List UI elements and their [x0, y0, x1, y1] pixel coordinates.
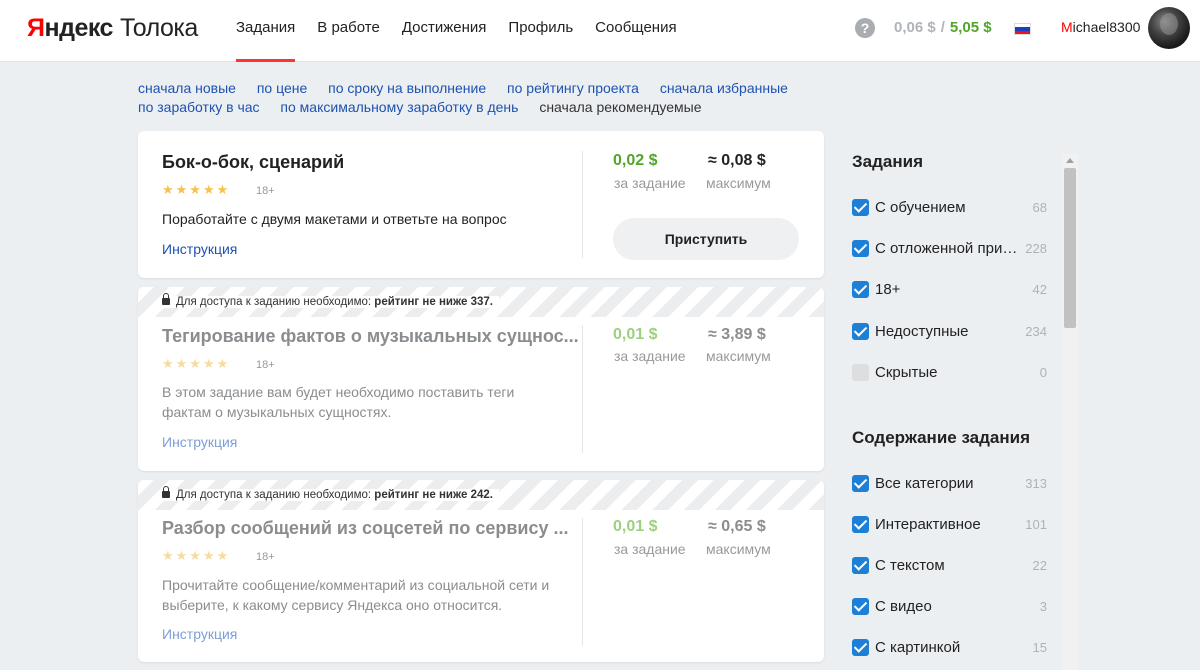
- task-card[interactable]: Для доступа к заданию необходимо: рейтин…: [138, 480, 824, 662]
- scrollbar-thumb[interactable]: [1064, 168, 1076, 328]
- balance-available: 5,05 $: [949, 19, 992, 36]
- checkbox-checked-icon[interactable]: [852, 598, 869, 615]
- checkbox-checked-icon[interactable]: [852, 281, 869, 298]
- main-nav: Задания В работе Достижения Профиль Сооб…: [225, 0, 688, 62]
- sidebar-scrollbar[interactable]: [1062, 154, 1078, 670]
- filters-tasks-title: Задания: [852, 152, 923, 171]
- filter-all-categories[interactable]: Все категории 313: [852, 475, 1047, 495]
- filters-content-title: Содержание задания: [852, 428, 1031, 447]
- sort-price[interactable]: по цене: [257, 80, 307, 96]
- rating-stars-icon: ★★★★★: [162, 356, 231, 371]
- task-description: Поработайте с двумя макетами и ответьте …: [162, 211, 507, 227]
- filter-image[interactable]: С картинкой 15: [852, 639, 1047, 659]
- filter-with-training[interactable]: С обучением 68: [852, 199, 1047, 219]
- price-label: за задание: [614, 348, 686, 364]
- top-header: Яндекс Толока Задания В работе Достижения…: [0, 0, 1200, 62]
- access-requirement-banner: Для доступа к заданию необходимо: рейтин…: [138, 480, 824, 510]
- divider: [582, 151, 583, 258]
- filter-interactive[interactable]: Интерактивное 101: [852, 516, 1047, 536]
- task-price: 0,01 $: [613, 326, 658, 343]
- start-task-button[interactable]: Приступить: [613, 218, 799, 260]
- task-card[interactable]: Бок-о-бок, сценарий ★★★★★ 18+ Поработайт…: [138, 131, 824, 278]
- lock-icon: [162, 293, 170, 305]
- task-description: Прочитайте сообщение/комментарий из соци…: [162, 577, 550, 613]
- username[interactable]: Michael8300: [1061, 19, 1140, 35]
- sort-deadline[interactable]: по сроку на выполнение: [328, 80, 486, 96]
- max-label: максимум: [706, 541, 771, 557]
- task-description: В этом задание вам будет необходимо пост…: [162, 384, 515, 420]
- filter-hidden[interactable]: Скрытые 0: [852, 364, 1047, 384]
- checkbox-checked-icon[interactable]: [852, 516, 869, 533]
- sort-favorites[interactable]: сначала избранные: [660, 80, 788, 96]
- flag-ru-icon[interactable]: [1014, 23, 1031, 35]
- max-label: максимум: [706, 348, 771, 364]
- instruction-link[interactable]: Инструкция: [162, 626, 237, 642]
- access-requirement-banner: Для доступа к заданию необходимо: рейтин…: [138, 287, 824, 317]
- yandex-toloka-logo[interactable]: Яндекс Толока: [27, 14, 198, 43]
- filter-adult[interactable]: 18+ 42: [852, 281, 1047, 301]
- filter-video[interactable]: С видео 3: [852, 598, 1047, 618]
- instruction-link[interactable]: Инструкция: [162, 434, 237, 450]
- sort-project-rating[interactable]: по рейтингу проекта: [507, 80, 639, 96]
- filter-unavailable[interactable]: Недоступные 234: [852, 323, 1047, 343]
- age-badge: 18+: [256, 551, 275, 563]
- divider: [582, 325, 583, 453]
- task-max-earning: ≈ 0,08 $: [708, 152, 766, 169]
- nav-profile[interactable]: Профиль: [497, 0, 584, 62]
- sort-max-daily-earnings[interactable]: по максимальному заработку в день: [280, 99, 518, 115]
- checkbox-checked-icon[interactable]: [852, 199, 869, 216]
- balance[interactable]: 0,06 $/5,05 $: [894, 19, 992, 36]
- nav-messages[interactable]: Сообщения: [584, 0, 687, 62]
- lock-icon: [162, 486, 170, 498]
- rating-stars-icon: ★★★★★: [162, 548, 231, 563]
- sort-recommended-current: сначала рекомендуемые: [539, 99, 702, 115]
- checkbox-checked-icon[interactable]: [852, 240, 869, 257]
- sort-hourly-earnings[interactable]: по заработку в час: [138, 99, 260, 115]
- checkbox-checked-icon[interactable]: [852, 557, 869, 574]
- sort-newest[interactable]: сначала новые: [138, 80, 236, 96]
- task-max-earning: ≈ 3,89 $: [708, 326, 766, 343]
- avatar[interactable]: [1148, 7, 1190, 49]
- price-label: за задание: [614, 175, 686, 191]
- checkbox-checked-icon[interactable]: [852, 475, 869, 492]
- rating-stars-icon: ★★★★★: [162, 182, 231, 197]
- price-label: за задание: [614, 541, 686, 557]
- checkbox-unchecked-icon[interactable]: [852, 364, 869, 381]
- divider: [582, 518, 583, 646]
- task-max-earning: ≈ 0,65 $: [708, 518, 766, 535]
- filter-delayed-acceptance[interactable]: С отложенной приёмкой 228: [852, 240, 1047, 260]
- question-circle-icon[interactable]: ?: [855, 18, 875, 38]
- task-card[interactable]: Для доступа к заданию необходимо: рейтин…: [138, 287, 824, 471]
- task-title[interactable]: Тегирование фактов о музыкальных сущнос.…: [162, 326, 579, 347]
- balance-pending: 0,06 $: [894, 19, 936, 36]
- checkbox-checked-icon[interactable]: [852, 323, 869, 340]
- task-price: 0,01 $: [613, 518, 658, 535]
- instruction-link[interactable]: Инструкция: [162, 241, 237, 257]
- nav-achievements[interactable]: Достижения: [391, 0, 498, 62]
- scroll-up-arrow-icon[interactable]: [1066, 158, 1074, 163]
- checkbox-checked-icon[interactable]: [852, 639, 869, 656]
- filter-text[interactable]: С текстом 22: [852, 557, 1047, 577]
- max-label: максимум: [706, 175, 771, 191]
- sort-options: сначала новые по цене по сроку на выполн…: [138, 79, 818, 117]
- task-price: 0,02 $: [613, 152, 658, 169]
- age-badge: 18+: [256, 185, 275, 197]
- task-title[interactable]: Бок-о-бок, сценарий: [162, 152, 344, 173]
- age-badge: 18+: [256, 359, 275, 371]
- task-title[interactable]: Разбор сообщений из соцсетей по сервису …: [162, 518, 569, 539]
- nav-in-progress[interactable]: В работе: [306, 0, 391, 62]
- nav-tasks[interactable]: Задания: [225, 0, 306, 62]
